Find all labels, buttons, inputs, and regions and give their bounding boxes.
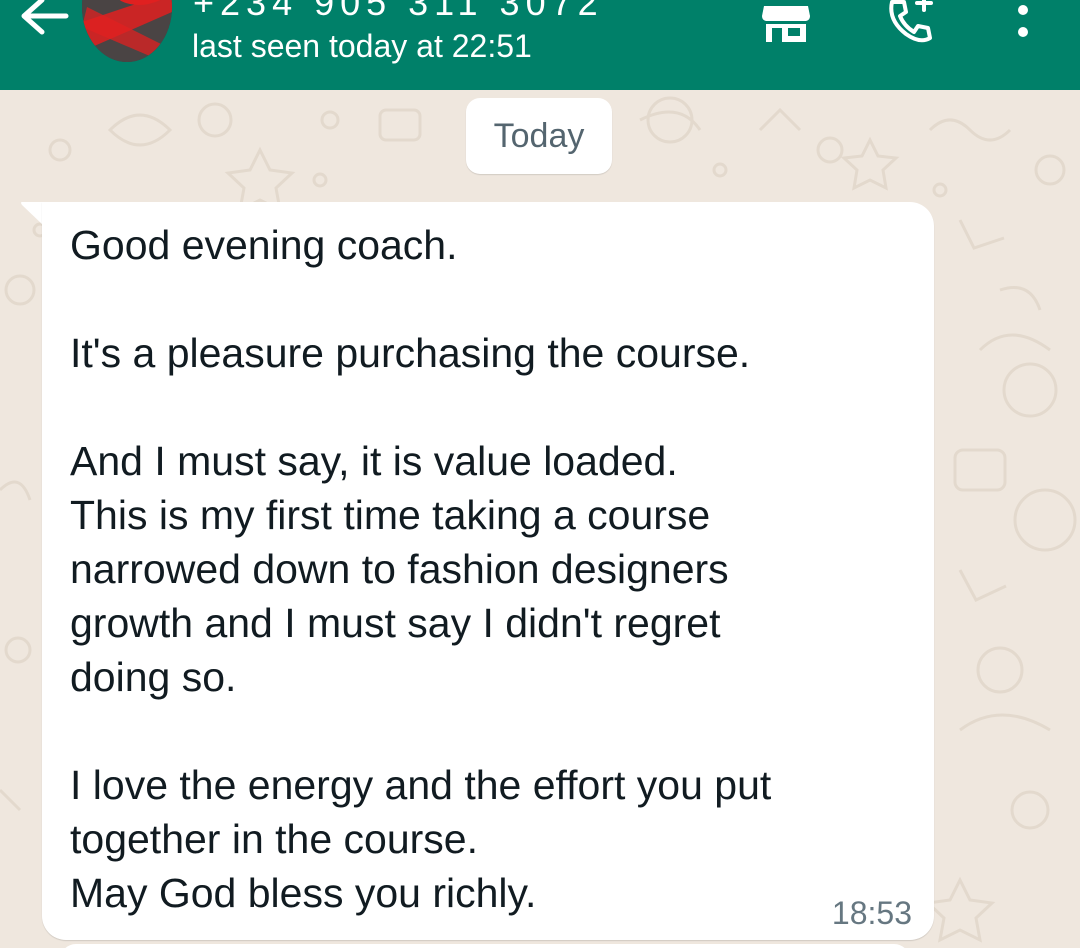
incoming-message-bubble[interactable]: Good evening coach. It's a pleasure purc… bbox=[42, 202, 934, 940]
message-line: And I must say, it is value loaded. bbox=[70, 438, 678, 484]
shop-icon[interactable] bbox=[760, 4, 812, 44]
message-line: narrowed down to fashion designers bbox=[70, 546, 729, 592]
avatar[interactable] bbox=[82, 0, 172, 62]
message-line: I love the energy and the effort you put bbox=[70, 762, 772, 808]
add-call-icon[interactable] bbox=[884, 0, 940, 44]
message-timestamp: 18:53 bbox=[831, 895, 912, 931]
message-line: together in the course. bbox=[70, 816, 478, 862]
message-line: This is my first time taking a course bbox=[70, 492, 711, 538]
chat-header: +234 905 311 3072 last seen today at 22:… bbox=[0, 0, 1080, 90]
next-message-bubble[interactable] bbox=[60, 944, 910, 948]
message-line: Good evening coach. bbox=[70, 222, 458, 268]
message-text: Good evening coach. It's a pleasure purc… bbox=[70, 218, 900, 920]
back-arrow-icon[interactable] bbox=[14, 0, 74, 44]
message-line-gap bbox=[70, 380, 900, 434]
message-line: growth and I must say I didn't regret bbox=[70, 600, 721, 646]
message-line: doing so. bbox=[70, 654, 237, 700]
more-options-icon[interactable] bbox=[1010, 4, 1036, 44]
contact-name[interactable]: +234 905 311 3072 bbox=[193, 0, 604, 24]
message-line-gap bbox=[70, 272, 900, 326]
message-line-gap bbox=[70, 704, 900, 758]
chat-screen: +234 905 311 3072 last seen today at 22:… bbox=[0, 0, 1080, 948]
bubble-tail bbox=[21, 202, 44, 226]
message-line: It's a pleasure purchasing the course. bbox=[70, 330, 751, 376]
message-line: May God bless you richly. bbox=[70, 870, 537, 916]
date-chip: Today bbox=[466, 98, 612, 174]
last-seen-status: last seen today at 22:51 bbox=[192, 28, 532, 64]
